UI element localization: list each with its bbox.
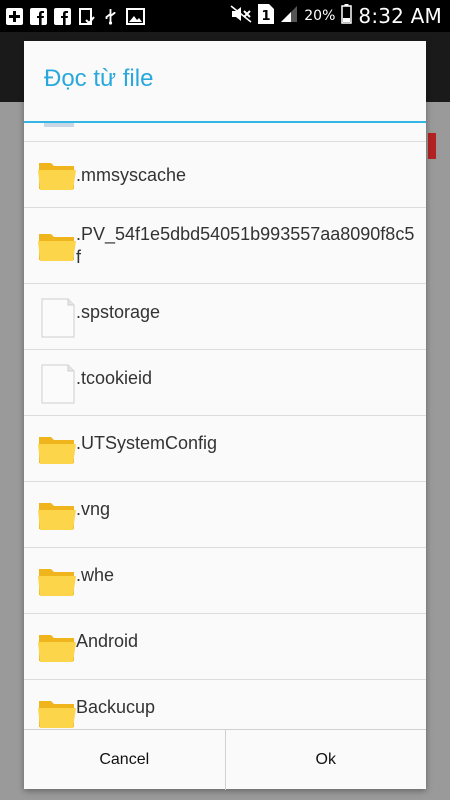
folder-icon [38, 433, 76, 465]
svg-text:1: 1 [262, 9, 271, 24]
list-item-label: .tcookieid [76, 368, 153, 388]
list-item[interactable]: .vng [24, 481, 426, 548]
facebook-icon [54, 7, 71, 25]
file-icon [38, 298, 76, 338]
list-item[interactable]: .tcookieid [24, 349, 426, 416]
list-item-label: Android [76, 631, 139, 651]
list-item[interactable]: .PV_54f1e5dbd54051b993557aa8090f8c5f [24, 207, 426, 284]
list-item-label: .spstorage [76, 302, 161, 322]
folder-icon [38, 565, 76, 597]
folder-icon [38, 230, 76, 262]
list-item-label: .whe [76, 565, 115, 585]
mute-icon [230, 5, 252, 27]
signal-icon [280, 5, 298, 27]
list-item[interactable]: Android [24, 613, 426, 680]
list-item-label: .UTSystemConfig [76, 433, 218, 453]
ok-button[interactable]: Ok [224, 730, 427, 790]
image-icon [126, 7, 145, 25]
notification-icons [6, 6, 145, 26]
list-item-label: .mmsyscache [76, 165, 187, 185]
folder-icon [38, 499, 76, 531]
folder-icon [38, 697, 76, 729]
folder-icon [38, 159, 76, 191]
usb-icon [102, 8, 119, 25]
scroll-indicator [44, 123, 74, 127]
status-right: 1 20% 8:32 AM [230, 0, 442, 32]
battery-icon [341, 4, 353, 28]
list-item-label: .vng [76, 499, 111, 519]
status-bar: 1 20% 8:32 AM [0, 0, 450, 32]
list-item-label: .PV_54f1e5dbd54051b993557aa8090f8c5f [76, 224, 415, 267]
clipboard-check-icon [78, 7, 95, 25]
clock: 8:32 AM [358, 4, 442, 28]
file-icon [38, 364, 76, 404]
list-item[interactable]: .spstorage [24, 283, 426, 350]
sim-1-icon: 1 [258, 4, 275, 28]
list-item[interactable]: .UTSystemConfig [24, 415, 426, 482]
background-red-marker [428, 133, 436, 159]
facebook-icon [30, 7, 47, 25]
plus-icon [6, 7, 23, 25]
file-list[interactable]: .mmsyscache .PV_54f1e5dbd54051b993557aa8… [24, 123, 426, 771]
list-item[interactable]: .whe [24, 547, 426, 614]
battery-percent: 20% [304, 8, 336, 24]
list-item-label: Backucup [76, 697, 156, 717]
dialog-title: Đọc từ file [44, 65, 154, 92]
file-picker-dialog: Đọc từ file .mmsyscache .PV_54f1e5dbd540… [24, 41, 426, 790]
cancel-button[interactable]: Cancel [24, 730, 225, 790]
dialog-buttons: Cancel Ok [24, 729, 426, 790]
list-item[interactable]: .mmsyscache [24, 141, 426, 208]
folder-icon [38, 631, 76, 663]
